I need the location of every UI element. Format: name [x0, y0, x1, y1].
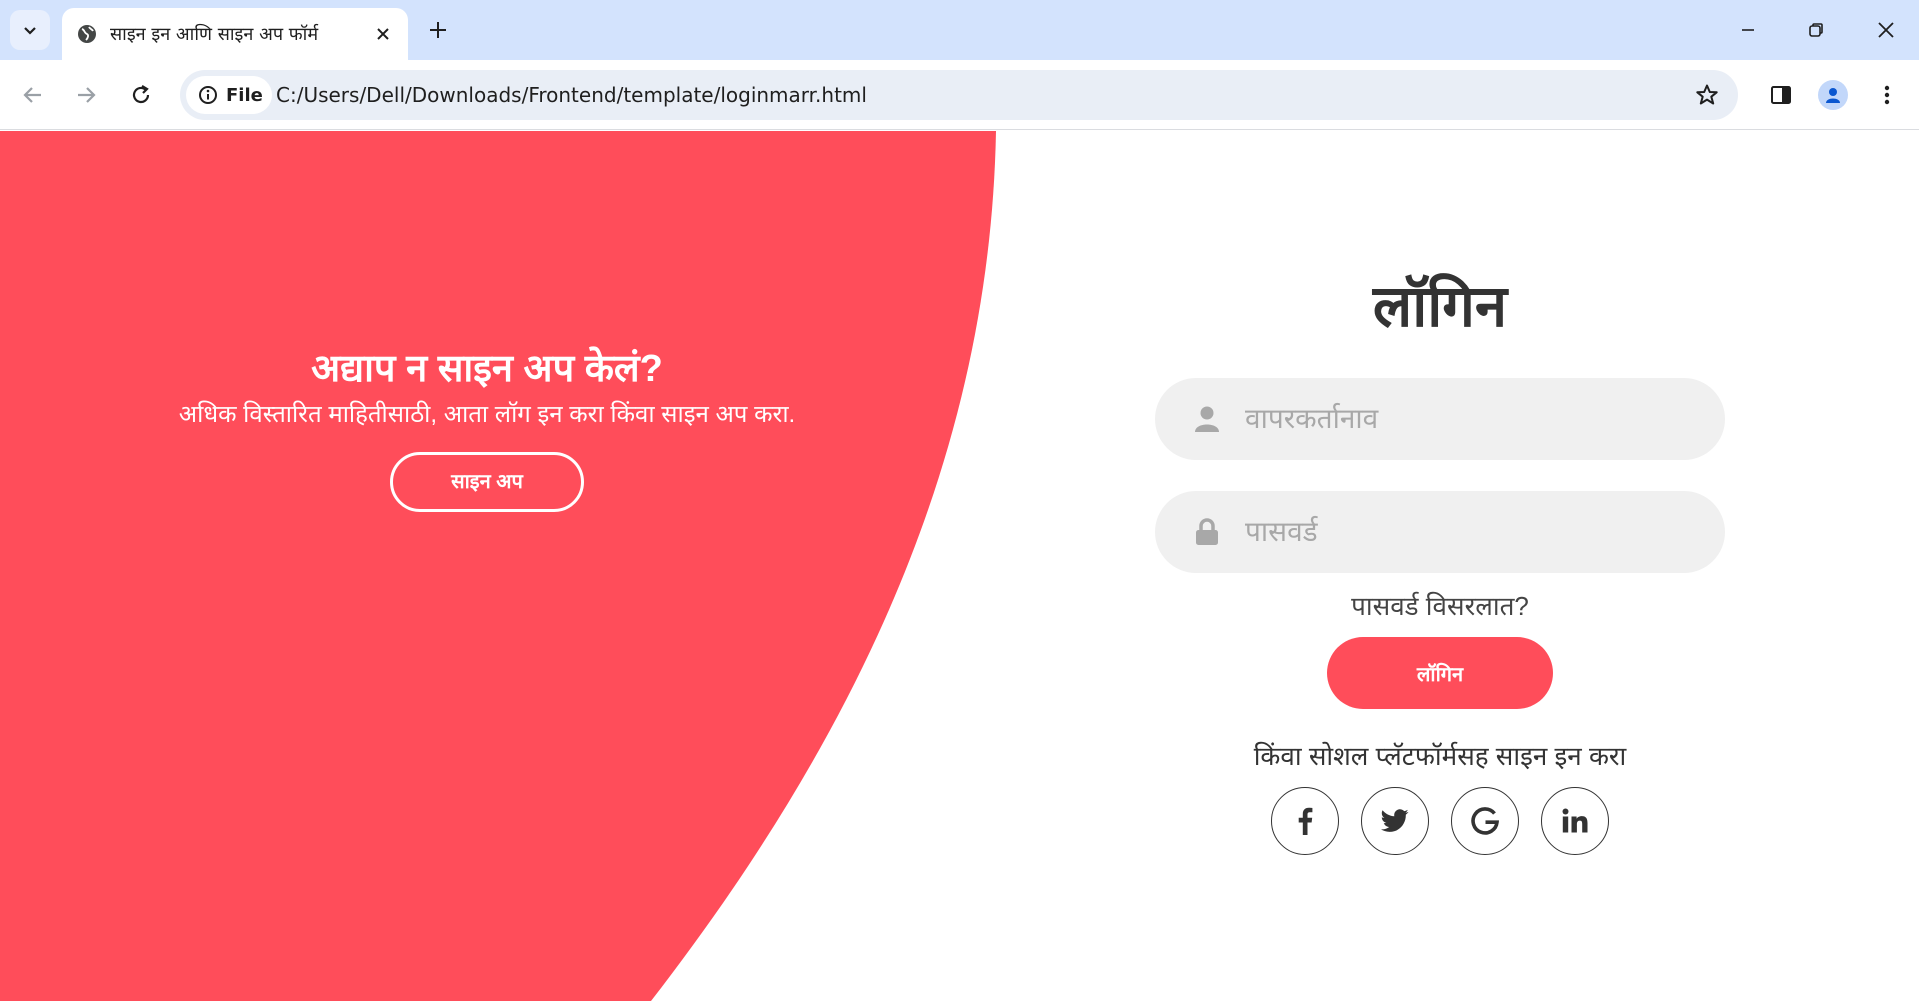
web-page: अद्याप न साइन अप केलं? अधिक विस्तारित मा… — [0, 131, 1919, 1001]
username-field[interactable] — [1155, 378, 1725, 460]
linkedin-icon — [1562, 808, 1588, 833]
new-tab-button[interactable] — [422, 14, 454, 46]
promo-title: अद्याप न साइन अप केलं? — [311, 348, 663, 390]
plus-icon — [430, 22, 446, 38]
login-button[interactable]: लॉगिन — [1327, 637, 1553, 709]
chevron-down-icon — [24, 27, 36, 35]
tab-search-button[interactable] — [10, 10, 50, 50]
more-vertical-icon — [1884, 85, 1890, 105]
person-icon — [1826, 88, 1840, 103]
arrow-right-icon — [78, 87, 96, 103]
signup-promo: अद्याप न साइन अप केलं? अधिक विस्तारित मा… — [140, 344, 834, 512]
twitter-icon — [1381, 809, 1409, 832]
site-info-chip[interactable]: File — [186, 76, 272, 114]
lock-icon — [1191, 516, 1223, 548]
forgot-password-link[interactable]: पासवर्ड विसरलात? — [1351, 587, 1529, 623]
tab-title: साइन इन आणि साइन अप फॉर्म — [110, 24, 319, 45]
facebook-icon — [1298, 807, 1313, 835]
close-icon — [377, 28, 389, 40]
forward-button[interactable] — [65, 74, 107, 116]
social-signin-text: किंवा सोशल प्लॅटफॉर्मसह साइन इन करा — [1253, 741, 1627, 771]
facebook-button[interactable] — [1271, 787, 1339, 855]
profile-button[interactable] — [1812, 74, 1854, 116]
tab-close-button[interactable] — [372, 23, 394, 45]
password-input[interactable] — [1245, 491, 1695, 573]
promo-subtitle: अधिक विस्तारित माहितीसाठी, आता लॉग इन कर… — [178, 401, 796, 428]
username-input[interactable] — [1245, 378, 1695, 460]
reload-icon — [132, 85, 150, 104]
bookmark-button[interactable] — [1692, 80, 1722, 110]
signup-button[interactable]: साइन अप — [390, 452, 584, 512]
side-panel-icon — [1771, 86, 1791, 104]
reload-button[interactable] — [120, 74, 162, 116]
address-bar[interactable]: File C:/Users/Dell/Downloads/Frontend/te… — [180, 70, 1738, 120]
back-button[interactable] — [12, 74, 54, 116]
arrow-left-icon — [23, 87, 41, 103]
google-icon — [1471, 807, 1499, 835]
browser-tab[interactable]: साइन इन आणि साइन अप फॉर्म — [62, 8, 408, 60]
star-icon — [1696, 84, 1718, 105]
login-title: लॉगिन — [1372, 274, 1508, 339]
site-info-label: File — [226, 84, 263, 106]
menu-button[interactable] — [1866, 74, 1908, 116]
password-field[interactable] — [1155, 491, 1725, 573]
twitter-button[interactable] — [1361, 787, 1429, 855]
url-text[interactable]: C:/Users/Dell/Downloads/Frontend/templat… — [276, 70, 867, 120]
restore-button[interactable] — [1790, 8, 1842, 52]
close-window-button[interactable] — [1860, 8, 1912, 52]
close-icon — [1878, 22, 1894, 38]
side-panel-button[interactable] — [1760, 74, 1802, 116]
info-icon — [199, 86, 217, 104]
globe-icon — [78, 25, 96, 43]
user-icon — [1191, 403, 1223, 435]
login-form: लॉगिन पासवर्ड विसरलात? लॉगिन किंवा सोशल … — [1155, 271, 1725, 855]
avatar — [1818, 80, 1848, 110]
linkedin-button[interactable] — [1541, 787, 1609, 855]
google-button[interactable] — [1451, 787, 1519, 855]
social-buttons — [1155, 787, 1725, 855]
minimize-button[interactable] — [1722, 8, 1774, 52]
restore-icon — [1809, 23, 1823, 37]
minimize-icon — [1742, 29, 1754, 31]
tab-strip: साइन इन आणि साइन अप फॉर्म — [0, 0, 1919, 60]
browser-toolbar: File C:/Users/Dell/Downloads/Frontend/te… — [0, 60, 1919, 130]
